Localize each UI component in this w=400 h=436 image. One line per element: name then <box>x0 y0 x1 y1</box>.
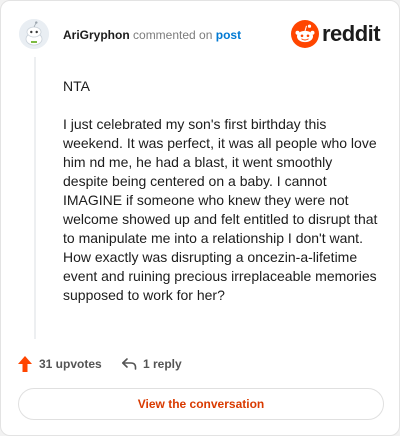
thread-line <box>34 57 36 339</box>
reply-count: 1 reply <box>143 357 182 371</box>
action-text: commented on <box>133 28 213 42</box>
reddit-logo[interactable]: reddit <box>291 19 383 49</box>
reply-button[interactable]: 1 reply <box>121 353 182 375</box>
comment-actions: 31 upvotes 1 reply <box>17 353 317 375</box>
upvote-count: 31 upvotes <box>39 357 102 371</box>
upvote-arrow-icon <box>18 356 32 372</box>
embedded-comment-card: AriGryphon commented on post reddit NTA … <box>0 0 400 436</box>
view-conversation-button[interactable]: View the conversation <box>18 388 384 420</box>
comment-body: NTA I just celebrated my son's first bir… <box>63 77 381 324</box>
reddit-wordmark: reddit <box>322 21 381 46</box>
upvote-button[interactable]: 31 upvotes <box>17 353 102 375</box>
comment-byline: AriGryphon commented on post <box>63 27 241 43</box>
comment-header: AriGryphon commented on post reddit <box>19 19 383 51</box>
post-link[interactable]: post <box>216 28 241 42</box>
snoo-avatar-icon <box>19 19 49 49</box>
comment-paragraph: I just celebrated my son's first birthda… <box>63 116 378 303</box>
reddit-snoo-icon <box>291 20 319 48</box>
comment-paragraph: NTA <box>63 78 90 94</box>
user-avatar[interactable] <box>19 19 49 49</box>
username-link[interactable]: AriGryphon <box>63 28 130 42</box>
reply-arrow-icon <box>122 358 137 370</box>
